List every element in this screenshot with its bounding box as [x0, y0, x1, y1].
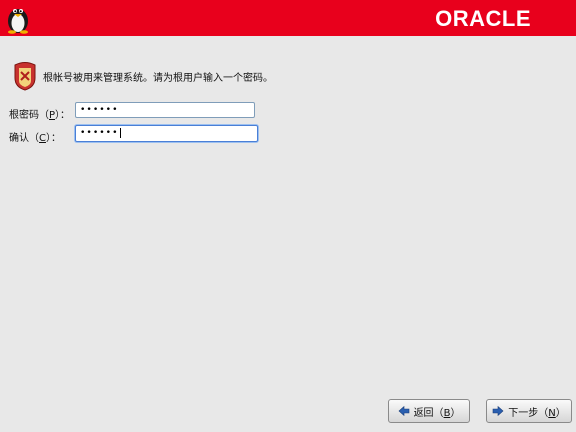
- next-button[interactable]: 下一步（N）: [486, 399, 572, 423]
- text-caret: [119, 127, 121, 138]
- confirm-password-label: 确认（C）：: [9, 133, 61, 144]
- security-shield-icon: [14, 62, 36, 91]
- arrow-left-icon: [398, 405, 409, 417]
- intro-text: 根帐号被用来管理系统。请为根用户输入一个密码。: [43, 73, 273, 84]
- tux-penguin-icon: [8, 9, 28, 34]
- oracle-banner: ORACLE: [0, 0, 576, 36]
- root-password-field[interactable]: ••••••: [75, 102, 255, 118]
- back-button[interactable]: 返回（B）: [388, 399, 470, 423]
- root-password-label: 根密码（P）：: [9, 110, 71, 121]
- oracle-logo: ORACLE: [435, 6, 531, 31]
- confirm-password-field[interactable]: ••••••: [75, 125, 258, 142]
- arrow-right-icon: [492, 405, 504, 417]
- back-button-label: 返回（B）: [413, 407, 461, 419]
- next-button-label: 下一步（N）: [508, 407, 566, 419]
